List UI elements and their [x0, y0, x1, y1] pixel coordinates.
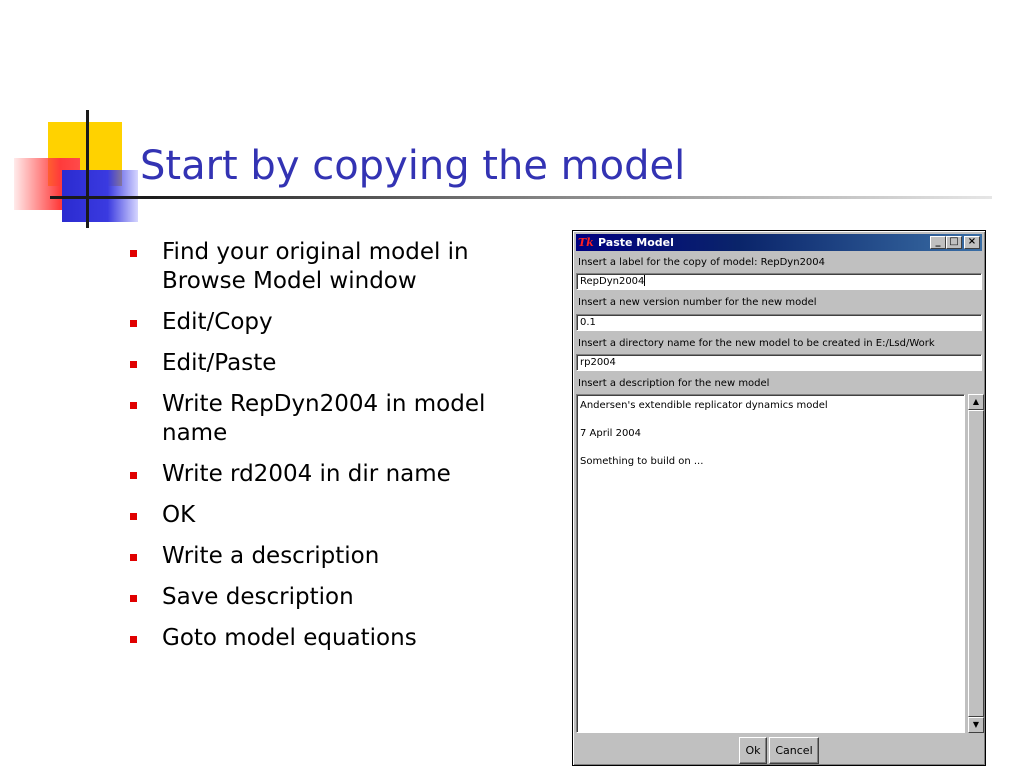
bullet-text: Save description — [162, 584, 354, 610]
tk-app-icon: Tk — [578, 235, 594, 249]
text-caret — [644, 275, 646, 286]
model-label-value: RepDyn2004 — [580, 276, 645, 287]
bullet-text: OK — [162, 502, 196, 528]
dialog-titlebar[interactable]: Tk Paste Model _ □ × — [576, 234, 982, 251]
bullet-text: Find your original model in Browse Model… — [162, 239, 469, 294]
directory-value: rp2004 — [580, 357, 616, 368]
scroll-down-arrow-icon[interactable]: ▼ — [968, 717, 984, 733]
model-label-field[interactable]: RepDyn2004 — [576, 273, 982, 290]
bullet-text: Edit/Paste — [162, 350, 277, 376]
close-button[interactable]: × — [964, 236, 980, 249]
bullet-icon — [130, 554, 137, 561]
bullet-item: Write RepDyn2004 in model name — [130, 390, 550, 448]
ok-button[interactable]: Ok — [739, 737, 767, 764]
description-line: 7 April 2004 — [580, 428, 642, 439]
bullet-text: Write a description — [162, 543, 380, 569]
version-field[interactable]: 0.1 — [576, 314, 982, 331]
description-line: Something to build on ... — [580, 456, 704, 467]
title-underline — [50, 196, 992, 199]
bullet-icon — [130, 250, 137, 257]
bullet-icon — [130, 320, 137, 327]
bullet-item: Save description — [130, 583, 550, 612]
bullet-text: Goto model equations — [162, 625, 417, 651]
bullet-icon — [130, 513, 137, 520]
bullet-item: Write rd2004 in dir name — [130, 460, 550, 489]
directory-field[interactable]: rp2004 — [576, 354, 982, 371]
maximize-button[interactable]: □ — [946, 236, 962, 249]
description-prompt: Insert a description for the new model — [578, 378, 770, 389]
description-textarea[interactable]: Andersen's extendible replicator dynamic… — [576, 394, 965, 733]
version-prompt: Insert a new version number for the new … — [578, 297, 817, 308]
description-line: Andersen's extendible replicator dynamic… — [580, 400, 828, 411]
dialog-title: Paste Model — [598, 236, 674, 249]
bullet-item: Find your original model in Browse Model… — [130, 238, 550, 296]
bullet-text: Write RepDyn2004 in model name — [162, 391, 486, 446]
logo-vertical-line — [86, 110, 89, 228]
scroll-thumb[interactable] — [968, 410, 984, 717]
bullet-list: Find your original model in Browse Model… — [130, 238, 550, 665]
directory-prompt: Insert a directory name for the new mode… — [578, 338, 935, 349]
bullet-item: Write a description — [130, 542, 550, 571]
bullet-item: OK — [130, 501, 550, 530]
bullet-text: Write rd2004 in dir name — [162, 461, 451, 487]
description-scrollbar[interactable]: ▲ ▼ — [967, 394, 984, 733]
bullet-icon — [130, 361, 137, 368]
version-value: 0.1 — [580, 317, 596, 328]
bullet-icon — [130, 595, 137, 602]
slide-title: Start by copying the model — [140, 143, 686, 189]
bullet-icon — [130, 636, 137, 643]
bullet-item: Edit/Paste — [130, 349, 550, 378]
bullet-item: Edit/Copy — [130, 308, 550, 337]
window-controls: _ □ × — [930, 236, 980, 249]
scroll-up-arrow-icon[interactable]: ▲ — [968, 394, 984, 410]
bullet-text: Edit/Copy — [162, 309, 273, 335]
bullet-icon — [130, 402, 137, 409]
bullet-item: Goto model equations — [130, 624, 550, 653]
minimize-button[interactable]: _ — [930, 236, 946, 249]
bullet-icon — [130, 472, 137, 479]
paste-model-dialog: Tk Paste Model _ □ × Insert a label for … — [572, 230, 986, 766]
model-label-prompt: Insert a label for the copy of model: Re… — [578, 257, 826, 268]
cancel-button[interactable]: Cancel — [769, 737, 819, 764]
